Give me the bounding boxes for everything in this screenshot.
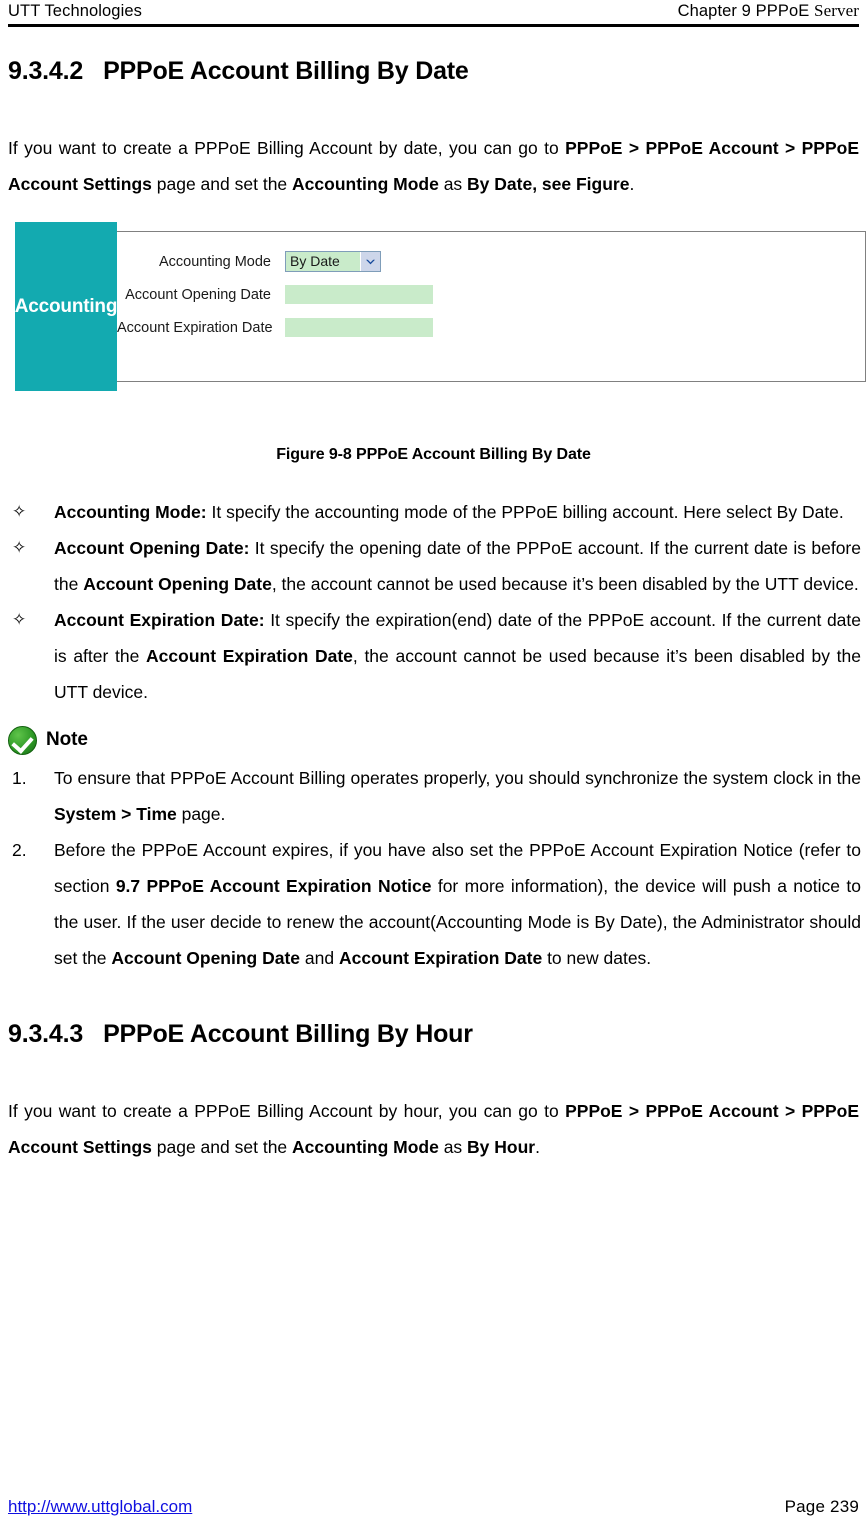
diamond-bullet-icon: ✧ xyxy=(12,610,27,629)
list-number: 1. xyxy=(12,768,27,788)
intro-text-4: . xyxy=(629,174,635,194)
footer-website-link[interactable]: http://www.uttglobal.com xyxy=(8,1497,192,1517)
ui-label-account-opening-date: Account Opening Date xyxy=(125,286,271,303)
section-heading-9343: 9.3.4.3 PPPoE Account Billing By Hour xyxy=(6,1020,861,1049)
intro-text-3: as xyxy=(438,174,468,194)
section-number: 9.3.4.2 xyxy=(8,57,84,85)
intro-bold-mode: Accounting Mode xyxy=(292,174,439,194)
ui-section-accounting-header: Accounting xyxy=(15,222,117,391)
section-heading-9342: 9.3.4.2 PPPoE Account Billing By Date xyxy=(6,57,861,86)
figure-ui-screenshot: Accounting Accounting Mode By Date Accou… xyxy=(6,220,866,402)
header-chapter-main: Chapter 9 PPPoE xyxy=(677,2,815,20)
bullet-term: Account Opening Date: xyxy=(54,538,250,558)
note-header: Note xyxy=(6,720,861,760)
note-bold-section-ref: 9.7 PPPoE Account Expiration Notice xyxy=(115,876,432,896)
green-check-circle-icon xyxy=(8,725,37,755)
bullet-bold-ref: Account Expiration Date xyxy=(146,646,353,666)
section-number: 9.3.4.3 xyxy=(8,1020,84,1048)
chevron-down-icon[interactable] xyxy=(360,252,380,271)
list-item: ✧ Accounting Mode: It specify the account… xyxy=(6,494,861,530)
section-title: PPPoE Account Billing By Date xyxy=(103,57,469,85)
intro-text-4: . xyxy=(535,1137,540,1157)
intro-paragraph-by-hour: If you want to create a PPPoE Billing Ac… xyxy=(6,1093,861,1165)
ui-row-accounting-mode: Accounting Mode By Date xyxy=(117,246,433,277)
ui-form: Accounting Mode By Date Account Opening … xyxy=(117,246,433,345)
bullet-term: Account Expiration Date: xyxy=(54,610,265,630)
bullet-term: Accounting Mode: xyxy=(54,502,207,522)
ui-label-accounting-mode: Accounting Mode xyxy=(158,253,271,270)
ui-section-label: Accounting xyxy=(14,295,118,317)
note-list: 1. To ensure that PPPoE Account Billing o… xyxy=(6,760,861,976)
note-text-4: to new dates. xyxy=(542,948,652,968)
bullet-text-2: , the account cannot be used because it’… xyxy=(271,574,859,594)
bullet-bold-ref: Account Opening Date xyxy=(83,574,272,594)
accounting-mode-select[interactable]: By Date xyxy=(285,251,381,272)
account-expiration-date-input[interactable] xyxy=(285,318,433,337)
section-title: PPPoE Account Billing By Hour xyxy=(103,1020,473,1048)
footer-page-number: Page 239 xyxy=(784,1497,859,1516)
intro-text-1: If you want to create a PPPoE Billing Ac… xyxy=(8,138,566,158)
page-header: UTT Technologies Chapter 9 PPPoE Server xyxy=(6,0,861,24)
note-title: Note xyxy=(46,729,88,750)
intro-bold-value: By Date, see Figure xyxy=(467,174,630,194)
intro-text-1: If you want to create a PPPoE Billing Ac… xyxy=(8,1101,566,1121)
note-bold-opening-date: Account Opening Date xyxy=(111,948,301,968)
note-text-1: To ensure that PPPoE Account Billing ope… xyxy=(54,768,861,788)
intro-text-3: as xyxy=(438,1137,468,1157)
note-text-3: and xyxy=(300,948,339,968)
intro-text-2: page and set the xyxy=(151,1137,293,1157)
ui-label-account-expiration-date: Account Expiration Date xyxy=(117,319,273,336)
bullet-text-1: It specify the accounting mode of the PP… xyxy=(206,502,844,522)
note-bold-path: System > Time xyxy=(54,804,177,824)
list-number: 2. xyxy=(12,840,27,860)
accounting-mode-value: By Date xyxy=(290,253,340,269)
ui-row-account-opening-date: Account Opening Date xyxy=(117,279,433,310)
account-opening-date-input[interactable] xyxy=(285,285,433,304)
ui-row-account-expiration-date: Account Expiration Date xyxy=(117,312,433,343)
header-company: UTT Technologies xyxy=(8,2,142,20)
intro-text-2: page and set the xyxy=(151,174,293,194)
document-page: UTT Technologies Chapter 9 PPPoE Server … xyxy=(0,0,867,1523)
list-item: 2. Before the PPPoE Account expires, if y… xyxy=(6,832,861,976)
diamond-bullet-icon: ✧ xyxy=(12,502,27,521)
page-footer: http://www.uttglobal.com Page 239 xyxy=(8,1497,859,1517)
note-bold-expiration-date: Account Expiration Date xyxy=(338,948,543,968)
list-item: ✧ Account Opening Date: It specify the op… xyxy=(6,530,861,602)
list-item: 1. To ensure that PPPoE Account Billing o… xyxy=(6,760,861,832)
note-text-2: page. xyxy=(176,804,226,824)
field-description-list: ✧ Accounting Mode: It specify the account… xyxy=(6,494,861,710)
intro-paragraph-by-date: If you want to create a PPPoE Billing Ac… xyxy=(6,130,861,202)
intro-bold-value: By Hour xyxy=(467,1137,536,1157)
header-chapter-serif: Server xyxy=(814,1,859,20)
figure-caption: Figure 9-8 PPPoE Account Billing By Date xyxy=(276,446,591,463)
diamond-bullet-icon: ✧ xyxy=(12,538,27,557)
list-item: ✧ Account Expiration Date: It specify the… xyxy=(6,602,861,710)
intro-bold-mode: Accounting Mode xyxy=(292,1137,439,1157)
header-chapter: Chapter 9 PPPoE Server xyxy=(678,1,859,21)
